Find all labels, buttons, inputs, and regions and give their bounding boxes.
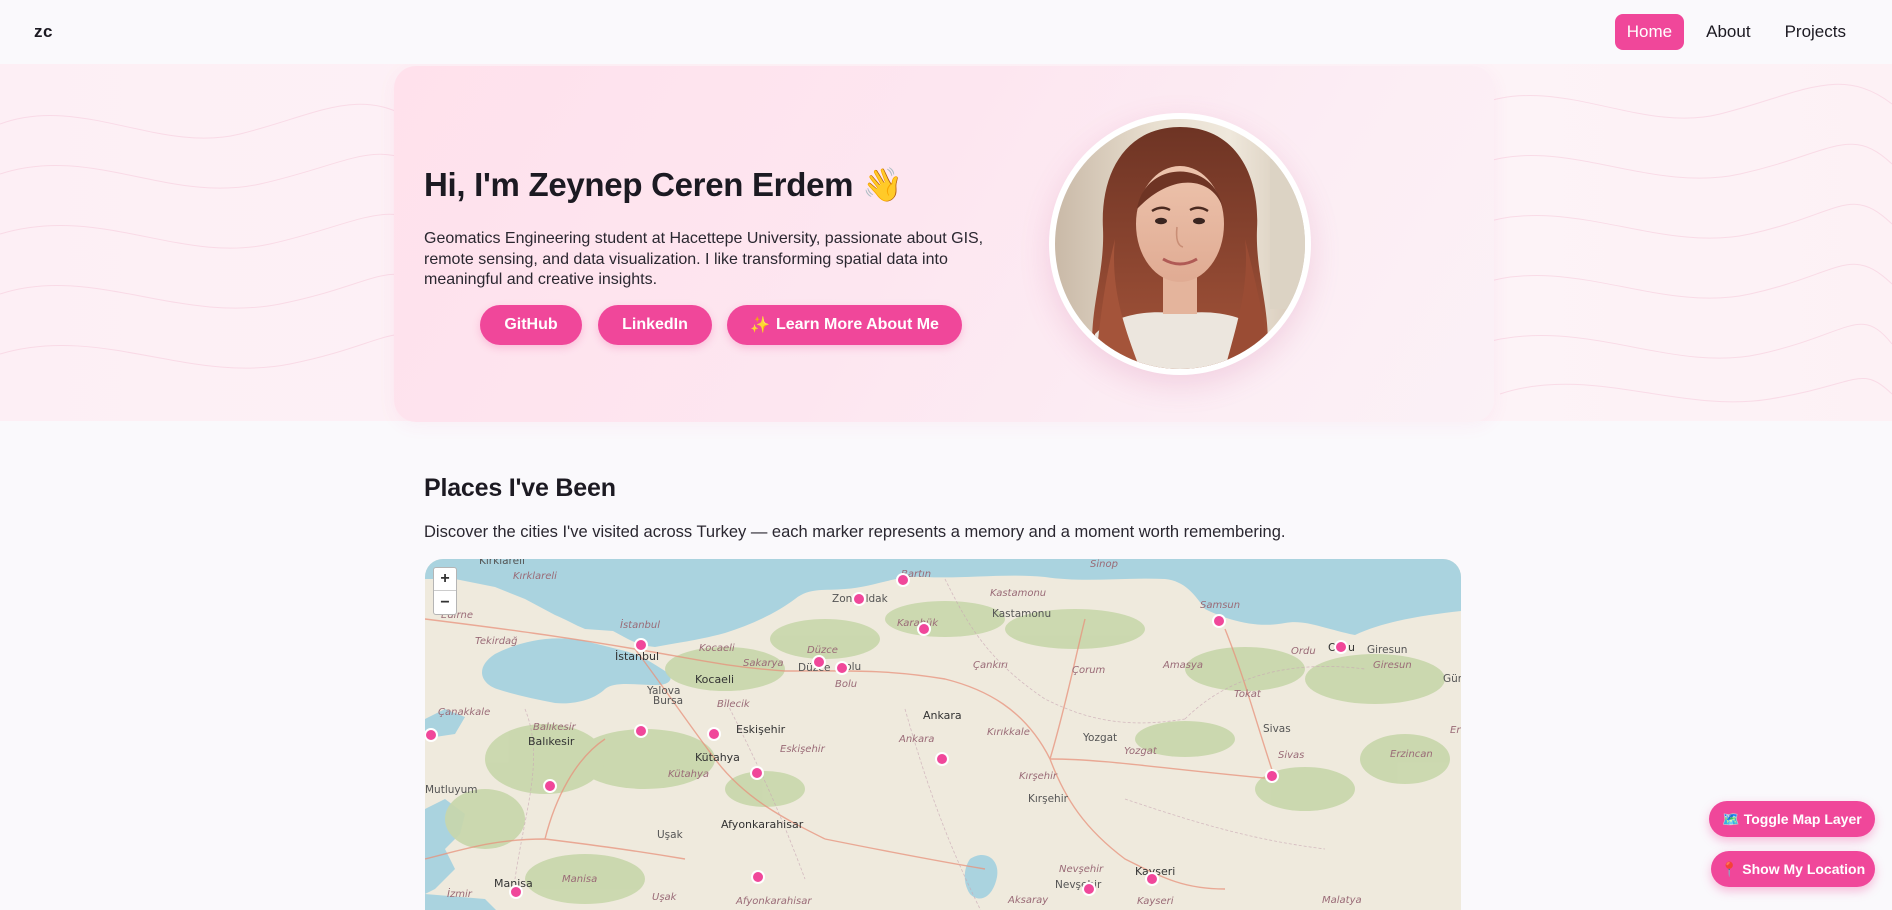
top-navbar: zc Home About Projects: [0, 0, 1892, 64]
visited-markers: [425, 573, 1348, 899]
toggle-map-layer-button[interactable]: 🗺️ Toggle Map Layer: [1709, 801, 1875, 837]
show-my-location-button[interactable]: 📍 Show My Location: [1711, 851, 1875, 887]
nav-about-link[interactable]: About: [1694, 14, 1762, 50]
marker-istanbul[interactable]: [634, 638, 648, 652]
marker-zonguldak[interactable]: [852, 592, 866, 606]
marker-bursa[interactable]: [634, 724, 648, 738]
places-title: Places I've Been: [424, 474, 616, 502]
places-description: Discover the cities I've visited across …: [424, 523, 1286, 541]
marker-afyonkarahisar[interactable]: [751, 870, 765, 884]
marker-nevsehir[interactable]: [1082, 882, 1096, 896]
marker-manisa[interactable]: [509, 885, 523, 899]
zoom-out-button[interactable]: −: [434, 591, 456, 614]
learn-more-button[interactable]: ✨ Learn More About Me: [727, 305, 962, 345]
map-icon: 🗺️: [1722, 810, 1740, 827]
marker-bartin[interactable]: [896, 573, 910, 587]
marker-sivas[interactable]: [1265, 769, 1279, 783]
hero-description: Geomatics Engineering student at Hacette…: [424, 230, 984, 288]
marker-karabuk[interactable]: [917, 622, 931, 636]
hero-title: Hi, I'm Zeynep Ceren Erdem 👋: [424, 166, 903, 203]
marker-canakkale[interactable]: [425, 728, 438, 742]
github-button[interactable]: GitHub: [480, 305, 582, 345]
sparkles-icon: ✨: [750, 317, 770, 334]
toggle-map-layer-label: Toggle Map Layer: [1743, 811, 1862, 827]
marker-eskisehir[interactable]: [750, 766, 764, 780]
nav-links: Home About Projects: [1614, 14, 1858, 50]
marker-duzce[interactable]: [812, 655, 826, 669]
avatar: [1055, 119, 1305, 369]
learn-more-label: Learn More About Me: [775, 316, 939, 333]
pin-icon: 📍: [1720, 860, 1739, 877]
avatar-frame: [1049, 113, 1311, 375]
marker-bolu[interactable]: [835, 661, 849, 675]
marker-bilecik[interactable]: [707, 727, 721, 741]
marker-balikesir[interactable]: [543, 779, 557, 793]
nav-projects-link[interactable]: Projects: [1773, 14, 1858, 50]
marker-samsun[interactable]: [1212, 614, 1226, 628]
profile-photo-icon: [1092, 127, 1305, 369]
marker-kayseri[interactable]: [1145, 872, 1159, 886]
nav-home-link[interactable]: Home: [1614, 14, 1685, 50]
marker-ankara[interactable]: [935, 752, 949, 766]
marker-ordu[interactable]: [1334, 640, 1348, 654]
site-logo[interactable]: zc: [34, 22, 53, 42]
zoom-in-button[interactable]: +: [434, 568, 456, 591]
show-my-location-label: Show My Location: [1742, 861, 1866, 877]
map-zoom-control: + −: [433, 567, 457, 615]
turkey-map[interactable]: Kırklareli Kırklareli Edirne Tekirdağ İs…: [425, 559, 1461, 910]
linkedin-button[interactable]: LinkedIn: [598, 305, 712, 345]
